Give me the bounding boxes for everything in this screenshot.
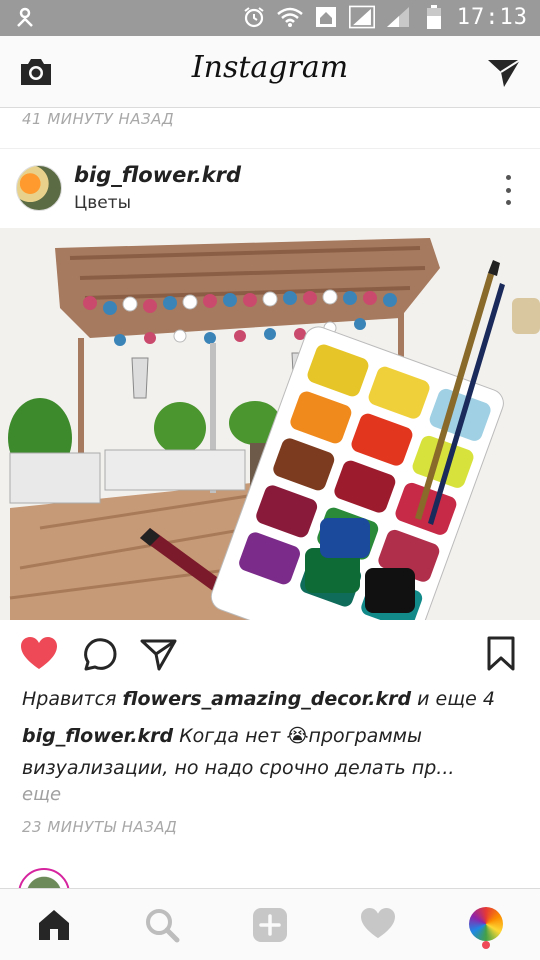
- more-link[interactable]: еще: [22, 784, 61, 805]
- notification-dot: [482, 941, 490, 949]
- activity-heart-icon[interactable]: [360, 907, 396, 943]
- more-options-icon[interactable]: [504, 175, 512, 205]
- status-bar: 17:13: [0, 0, 540, 36]
- avatar[interactable]: [18, 868, 70, 890]
- app-header: Instagram: [0, 36, 540, 108]
- likes-prefix: Нравится: [22, 688, 123, 710]
- clock: 17:13: [456, 4, 528, 30]
- bottom-navigation: [0, 888, 540, 960]
- home-icon[interactable]: [36, 907, 72, 943]
- add-post-icon[interactable]: [252, 907, 288, 943]
- likes-suffix[interactable]: и еще 4: [411, 688, 495, 710]
- heart-filled-icon[interactable]: [20, 636, 60, 676]
- share-icon[interactable]: [140, 636, 180, 676]
- signal-icon: [385, 4, 411, 30]
- post-caption: big_flower.krd Когда нет 😭программы визу…: [22, 720, 522, 784]
- post-username[interactable]: big_flower.krd: [74, 163, 241, 187]
- wifi-icon: [276, 4, 303, 30]
- app-title: Instagram: [191, 50, 349, 85]
- direct-message-icon[interactable]: [486, 54, 522, 90]
- search-icon[interactable]: [144, 907, 180, 943]
- post-time: 23 МИНУТЫ НАЗАД: [22, 818, 178, 836]
- post-location[interactable]: Цветы: [74, 193, 131, 213]
- post-image[interactable]: [0, 228, 540, 620]
- comment-icon[interactable]: [82, 636, 122, 676]
- alarm-icon: [241, 4, 267, 30]
- next-post-preview: [0, 860, 540, 890]
- home-icon: [313, 4, 339, 30]
- post-header: big_flower.krd Цветы: [0, 148, 540, 228]
- settings-icon: [14, 6, 36, 34]
- signal-icon: [348, 4, 375, 30]
- likes-user[interactable]: flowers_amazing_decor.krd: [123, 688, 412, 710]
- likes-line: Нравится flowers_amazing_decor.krd и еще…: [22, 688, 495, 710]
- caption-username[interactable]: big_flower.krd: [22, 725, 173, 747]
- previous-post-time: 41 МИНУТУ НАЗАД: [22, 110, 175, 128]
- battery-icon: [421, 4, 447, 30]
- avatar[interactable]: [16, 165, 62, 211]
- post-actions: [0, 632, 540, 680]
- profile-avatar[interactable]: [469, 907, 503, 941]
- bookmark-icon[interactable]: [486, 636, 526, 676]
